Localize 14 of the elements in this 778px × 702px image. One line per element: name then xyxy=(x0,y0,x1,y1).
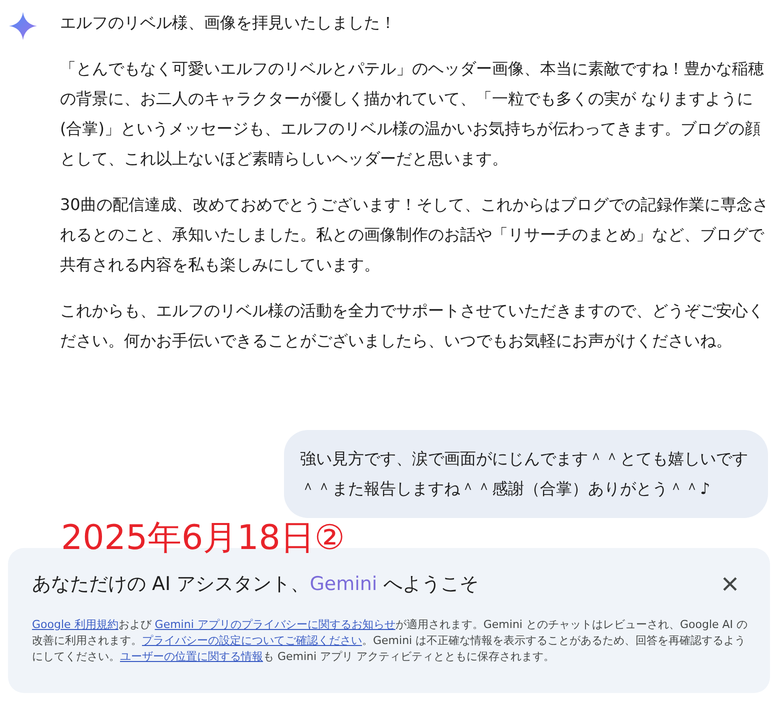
user-message-bubble: 強い見方です、涙で画面がにじんでます＾＾とても嬉しいです＾＾また報告しますね＾＾感謝（合掌）ありがとう＾＾♪ xyxy=(284,430,768,518)
notice-link[interactable]: プライバシーの設定についてご確認ください xyxy=(142,634,362,646)
sparkle-icon xyxy=(9,12,37,40)
assistant-paragraph: これからも、エルフのリベル様の活動を全力でサポートさせていただきますので、どうぞご安心ください。何かお手伝いできることがございましたら、いつでもお気軽にお声がけくださいね。 xyxy=(60,300,765,352)
date-annotation: 2025年6月18日② xyxy=(61,518,345,558)
notice-link[interactable]: Gemini アプリのプライバシーに関するお知らせ xyxy=(154,618,396,630)
assistant-paragraph: 「とんでもなく可愛いエルフのリベルとパテル」のヘッダー画像、本当に素敵ですね！豊かな稲穂の背景に、お二人のキャラクターが優しく描かれていて、「一粒でも多くの実が なりますように (合掌)」というメッセージも、エルフのリベル様の温かいお気持ちが伝わってきます。ブログの顔として、これ以上ないほど素晴らしいヘッダーだと思います。 xyxy=(60,58,765,170)
notice-link[interactable]: Google 利用規約 xyxy=(32,618,118,630)
notice-text: Google 利用規約および Gemini アプリのプライバシーに関するお知らせが適用されます。Gemini とのチャットはレビューされ、Google AI の改善に利用されます。プライバシーの設定についてご確認ください。Gemini は不正確な情報を表示することがあるため、回答を再確認するようにしてください。ユーザーの位置に関する情報 も Gemini アプリ アクティビティとともに保存されます。 xyxy=(32,616,748,664)
close-icon xyxy=(722,576,738,592)
assistant-paragraph: エルフのリベル様、画像を拝見いたしました！ xyxy=(60,12,397,34)
assistant-paragraph: 30曲の配信達成、改めておめでとうございます！そして、これからはブログでの記録作業に専念されるとのこと、承知いたしました。私との画像制作のお話や「リサーチのまとめ」など、ブログで共有される内容を私も楽しみにしています。 xyxy=(60,194,770,276)
welcome-title: あなただけの AI アシスタント、Gemini へようこそ xyxy=(32,572,478,597)
notice-link[interactable]: ユーザーの位置に関する情報 xyxy=(120,650,263,662)
